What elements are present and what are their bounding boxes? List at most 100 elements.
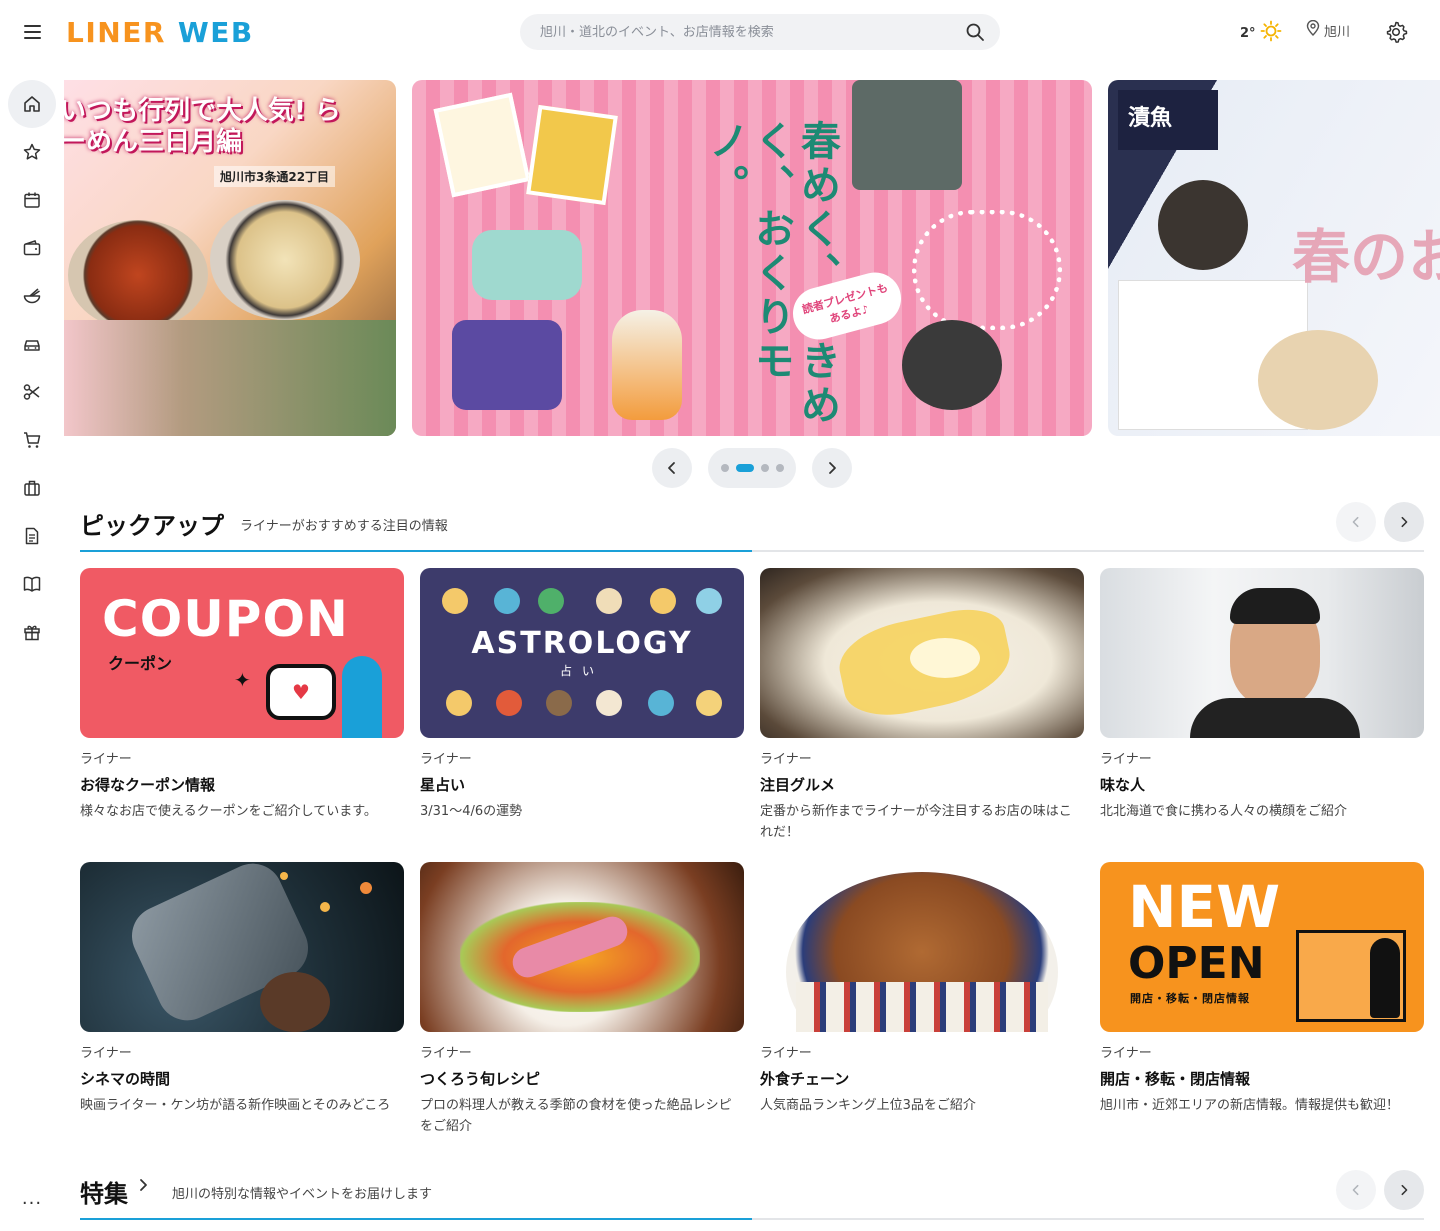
weather-widget[interactable]: 2° (1240, 20, 1282, 46)
star-icon (23, 143, 41, 160)
cart-icon (24, 432, 41, 448)
location-selector[interactable]: 旭川 (1306, 19, 1350, 40)
section-title: ピックアップ (80, 512, 224, 540)
sidebar-item-favorites[interactable] (8, 128, 56, 176)
pagination-dot[interactable] (760, 464, 769, 472)
card-thumbnail (420, 862, 744, 1032)
product-box-image: 漬魚 (1118, 90, 1218, 150)
card-title: 味な人 (1100, 776, 1146, 794)
pearl-necklace-image (912, 210, 1062, 330)
mascot-icon (342, 656, 382, 738)
sidebar-more-icon[interactable]: ... (20, 1186, 44, 1210)
chevron-left-icon (1352, 516, 1359, 528)
heart-icon: ♥ (292, 680, 310, 704)
feature-prev-button[interactable] (1336, 1170, 1376, 1210)
postcard-image-2 (526, 104, 618, 206)
sidebar-item-gifts[interactable] (8, 608, 56, 656)
section-description: ライナーがおすすめする注目の情報 (240, 519, 448, 534)
ramen-bowl-image (68, 220, 208, 330)
thumb-subline: クーポン (108, 654, 173, 673)
zodiac-icon (446, 690, 472, 716)
card-category: ライナー (1100, 752, 1152, 767)
food-highlight (910, 638, 980, 678)
zodiac-icon (648, 690, 674, 716)
site-logo[interactable]: LINER WEB (66, 14, 254, 50)
section-divider (80, 550, 1424, 552)
card-description: 定番から新作までライナーが今注目するお店の味はこれだ！ (760, 804, 1072, 840)
carousel-pagination (708, 448, 796, 488)
zodiac-icon (442, 588, 468, 614)
settings-gear-icon[interactable] (1384, 20, 1408, 44)
pickup-prev-button[interactable] (1336, 502, 1376, 542)
bokeh-light (360, 882, 372, 894)
vase-image (612, 310, 682, 420)
face-image (260, 972, 330, 1032)
pickup-card-gourmet[interactable]: ライナー 注目グルメ 定番から新作までライナーが今注目するお店の味はこれだ！ (760, 568, 1084, 844)
hero-slide-gifts[interactable]: 春めく、ときめく、おくりモノ。 読者プレゼントもあるよ♪ (412, 80, 1092, 436)
pickup-card-astrology[interactable]: ASTROLOGY 占い ライナー 星占い 3/31〜4/6の運勢 (420, 568, 744, 823)
hero-slide-spring[interactable]: 漬魚 春のお (1108, 80, 1440, 436)
sidebar-item-home[interactable] (8, 80, 56, 128)
bokeh-light (320, 902, 330, 912)
sidebar-item-beauty[interactable] (8, 368, 56, 416)
pickup-card-openings[interactable]: NEW OPEN 開店・移転・閉店情報 ライナー 開店・移転・閉店情報 旭川市・… (1100, 862, 1424, 1117)
sidebar-item-gourmet[interactable] (8, 272, 56, 320)
bowl-pattern (796, 982, 1048, 1032)
hero-carousel[interactable]: いつも行列で大人気! らーめん三日月編 旭川市3条通22丁目 春めく、ときめく、… (64, 80, 1440, 436)
sidebar-item-books[interactable] (8, 560, 56, 608)
pagination-dot[interactable] (720, 464, 729, 472)
document-icon (25, 527, 39, 545)
bokeh-light (280, 872, 288, 880)
card-description: 人気商品ランキング上位3品をご紹介 (760, 1098, 976, 1113)
jacket-image (1190, 698, 1360, 738)
pickup-card-chain[interactable]: ライナー 外食チェーン 人気商品ランキング上位3品をご紹介 (760, 862, 1084, 1117)
card-thumbnail (760, 568, 1084, 738)
sidebar-item-shopping[interactable] (8, 416, 56, 464)
pot-image (902, 320, 1002, 410)
card-title: 星占い (420, 776, 466, 794)
pickup-card-cinema[interactable]: ライナー シネマの時間 映画ライター・ケン坊が語る新作映画とそのみどころ (80, 862, 404, 1117)
search-input[interactable] (540, 24, 964, 40)
pickup-card-coupon[interactable]: COUPON クーポン ♥ ✦ ライナー お得なクーポン情報 様々なお店で使える… (80, 568, 404, 823)
search-icon[interactable] (964, 21, 986, 43)
wallet-icon (23, 240, 41, 256)
gift-icon (24, 625, 40, 641)
thumb-subline: 開店・移転・閉店情報 (1130, 992, 1250, 1005)
pickup-next-button[interactable] (1384, 502, 1424, 542)
thumb-subline: 占い (559, 664, 604, 678)
pickup-section-header: ピックアップ ライナーがおすすめする注目の情報 (80, 502, 1424, 552)
purse-image (852, 80, 962, 190)
zodiac-icon (596, 588, 622, 614)
temperature: 2° (1240, 25, 1256, 41)
sidebar-item-car[interactable] (8, 320, 56, 368)
thumb-headline: NEW (1128, 873, 1281, 941)
carousel-prev-button[interactable] (652, 448, 692, 488)
sidebar-item-events[interactable] (8, 176, 56, 224)
zodiac-icon (496, 690, 522, 716)
search-bar[interactable] (520, 14, 1000, 50)
sidebar-item-wallet[interactable] (8, 224, 56, 272)
section-title[interactable]: 特集 (80, 1174, 128, 1209)
card-title: 開店・移転・閉店情報 (1100, 1070, 1251, 1088)
header: LINER WEB 2° 旭川 (0, 0, 1440, 64)
sparkle-icon: ✦ (234, 668, 251, 692)
sidebar-item-jobs[interactable] (8, 464, 56, 512)
hamburger-menu-icon[interactable] (18, 18, 46, 46)
hero-slide-ramen[interactable]: いつも行列で大人気! らーめん三日月編 旭川市3条通22丁目 (64, 80, 396, 436)
pickup-card-person[interactable]: ライナー 味な人 北北海道で食に携わる人々の横顔をご紹介 (1100, 568, 1424, 823)
pickup-card-recipe[interactable]: ライナー つくろう旬レシピ プロの料理人が教える季節の食材を使った絶品レシピをご… (420, 862, 744, 1138)
card-category: ライナー (420, 1046, 472, 1061)
sidebar-item-documents[interactable] (8, 512, 56, 560)
map-pin-icon (1306, 19, 1320, 40)
pagination-dot[interactable] (775, 464, 784, 472)
pagination-dot-active[interactable] (735, 464, 754, 472)
character-icon (1370, 938, 1400, 1018)
hero-slide-title: いつも行列で大人気! らーめん三日月編 (64, 96, 341, 158)
feature-next-button[interactable] (1384, 1170, 1424, 1210)
zodiac-icon (596, 690, 622, 716)
chevron-right-icon[interactable] (136, 1178, 150, 1192)
chevron-left-icon (1352, 1184, 1359, 1196)
carousel-next-button[interactable] (812, 448, 852, 488)
car-icon (24, 340, 40, 351)
card-category: ライナー (760, 1046, 812, 1061)
